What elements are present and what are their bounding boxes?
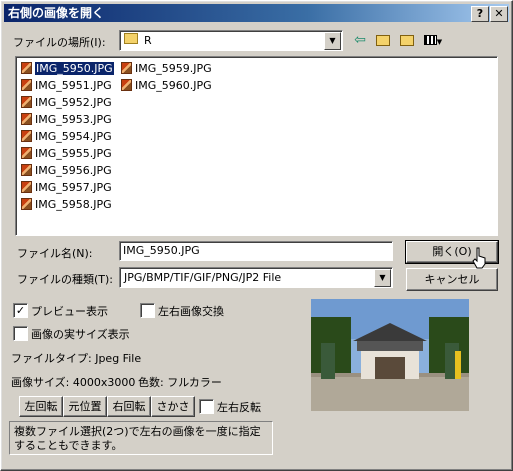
file-item[interactable]: IMG_5953.JPG [21,112,112,128]
image-file-icon [21,198,32,210]
file-item[interactable]: IMG_5958.JPG [21,197,112,213]
folder-icon [124,33,138,44]
flip-button[interactable]: さかさ [151,396,195,417]
file-item[interactable]: IMG_5957.JPG [21,180,112,196]
preview-label: プレビュー表示 [31,305,108,318]
file-item[interactable]: IMG_5959.JPG [121,61,212,77]
image-file-icon [121,79,132,91]
filetype-label: ファイルの種類(T): [17,273,114,286]
image-file-icon [21,181,32,193]
rotate-left-button[interactable]: 左回転 [19,396,63,417]
file-item[interactable]: IMG_5951.JPG [21,78,112,94]
image-file-icon [121,62,132,74]
mirror-label: 左右反転 [217,401,261,414]
mouse-cursor-icon [472,247,486,269]
swap-label: 左右画像交換 [158,305,224,318]
file-name: IMG_5959.JPG [135,62,212,75]
back-arrow-icon[interactable]: ⇦ [350,30,370,50]
view-menu-icon[interactable]: ▼ [421,30,445,50]
file-name: IMG_5958.JPG [35,198,112,211]
close-button[interactable]: ✕ [490,6,508,22]
file-type-info: ファイルタイプ: Jpeg File [11,352,142,365]
mirror-checkbox[interactable] [199,399,214,414]
image-file-icon [21,79,32,91]
new-folder-icon[interactable] [397,30,417,50]
image-file-icon [21,164,32,176]
file-name: IMG_5951.JPG [35,79,112,92]
image-file-icon [21,113,32,125]
image-file-icon [21,96,32,108]
chevron-down-icon[interactable]: ▼ [374,269,391,287]
look-in-value: R [144,34,152,47]
hint-text: 複数ファイル選択(2つ)で左右の画像を一度に指定することもできます。 [9,421,273,455]
image-size-info: 画像サイズ: 4000x3000 [11,376,136,389]
actual-size-checkbox[interactable] [13,326,28,341]
filetype-dropdown[interactable]: JPG/BMP/TIF/GIF/PNG/JP2 File ▼ [119,267,393,288]
file-name: IMG_5955.JPG [35,147,112,160]
file-name: IMG_5957.JPG [35,181,112,194]
file-name: IMG_5954.JPG [35,130,112,143]
cancel-button[interactable]: キャンセル [406,268,498,291]
open-dialog: 右側の画像を開く ? ✕ ファイルの場所(I): R ▼ ⇦ ▼ IMG_595… [0,0,513,471]
image-file-icon [21,62,32,74]
file-name: IMG_5953.JPG [35,113,112,126]
file-item[interactable]: IMG_5955.JPG [21,146,112,162]
up-folder-icon[interactable] [373,30,393,50]
preview-checkbox[interactable]: ✓ [13,303,28,318]
file-list[interactable]: IMG_5950.JPG IMG_5951.JPG IMG_5952.JPG IMG_… [15,56,498,236]
help-button[interactable]: ? [471,6,489,22]
file-item[interactable]: IMG_5960.JPG [121,78,212,94]
image-file-icon [21,147,32,159]
preview-image [311,299,469,411]
color-depth-info: 色数: フルカラー [138,376,222,389]
window-title: 右側の画像を開く [8,6,105,20]
swap-checkbox[interactable] [140,303,155,318]
file-item[interactable]: IMG_5950.JPG [21,61,115,77]
original-position-button[interactable]: 元位置 [63,396,107,417]
filename-label: ファイル名(N): [17,247,93,260]
file-name: IMG_5950.JPG [34,61,115,76]
chevron-down-icon[interactable]: ▼ [324,32,341,50]
file-item[interactable]: IMG_5956.JPG [21,163,112,179]
file-item[interactable]: IMG_5954.JPG [21,129,112,145]
filename-value: IMG_5950.JPG [123,244,200,257]
filetype-value: JPG/BMP/TIF/GIF/PNG/JP2 File [124,271,282,284]
title-bar: 右側の画像を開く ? ✕ [4,4,509,22]
actual-size-label: 画像の実サイズ表示 [31,328,130,341]
file-name: IMG_5952.JPG [35,96,112,109]
file-name: IMG_5960.JPG [135,79,212,92]
look-in-label: ファイルの場所(I): [13,36,106,49]
image-file-icon [21,130,32,142]
file-item[interactable]: IMG_5952.JPG [21,95,112,111]
rotate-right-button[interactable]: 右回転 [107,396,151,417]
file-name: IMG_5956.JPG [35,164,112,177]
filename-input[interactable]: IMG_5950.JPG [119,241,393,261]
look-in-dropdown[interactable]: R ▼ [119,30,343,51]
